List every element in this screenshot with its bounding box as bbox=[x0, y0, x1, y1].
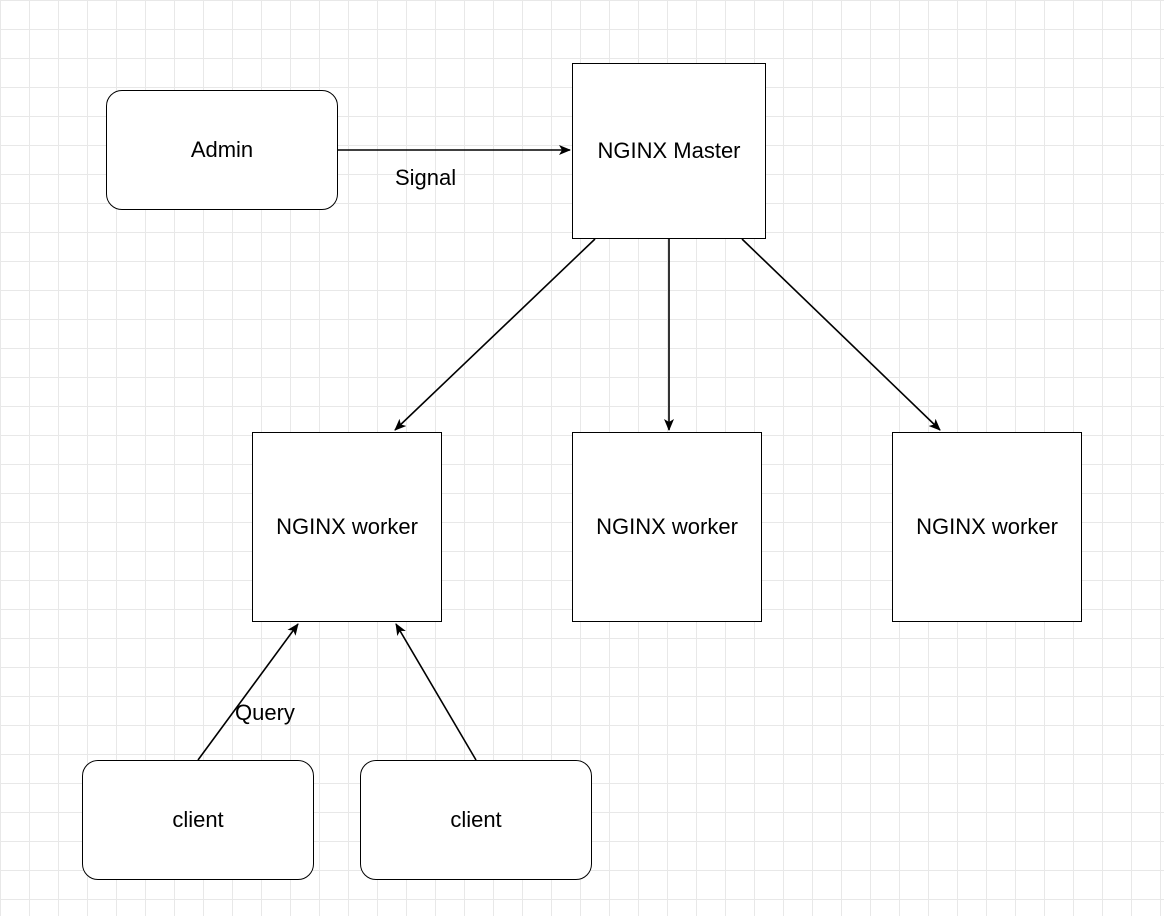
edge-label-signal: Signal bbox=[395, 165, 456, 191]
node-worker2-label: NGINX worker bbox=[596, 514, 738, 540]
node-client1[interactable]: client bbox=[82, 760, 314, 880]
node-client2[interactable]: client bbox=[360, 760, 592, 880]
arrow-master-to-worker3 bbox=[742, 239, 940, 430]
node-master[interactable]: NGINX Master bbox=[572, 63, 766, 239]
arrow-client2-to-worker1 bbox=[396, 624, 476, 760]
diagram-canvas: Admin NGINX Master NGINX worker NGINX wo… bbox=[0, 0, 1164, 916]
node-worker1-label: NGINX worker bbox=[276, 514, 418, 540]
node-client1-label: client bbox=[172, 807, 223, 833]
node-master-label: NGINX Master bbox=[597, 138, 740, 164]
node-worker2[interactable]: NGINX worker bbox=[572, 432, 762, 622]
arrow-client1-to-worker1 bbox=[198, 624, 298, 760]
node-client2-label: client bbox=[450, 807, 501, 833]
arrow-master-to-worker1 bbox=[395, 239, 595, 430]
node-worker3-label: NGINX worker bbox=[916, 514, 1058, 540]
node-admin[interactable]: Admin bbox=[106, 90, 338, 210]
edge-label-query: Query bbox=[235, 700, 295, 726]
node-admin-label: Admin bbox=[191, 137, 253, 163]
node-worker3[interactable]: NGINX worker bbox=[892, 432, 1082, 622]
node-worker1[interactable]: NGINX worker bbox=[252, 432, 442, 622]
